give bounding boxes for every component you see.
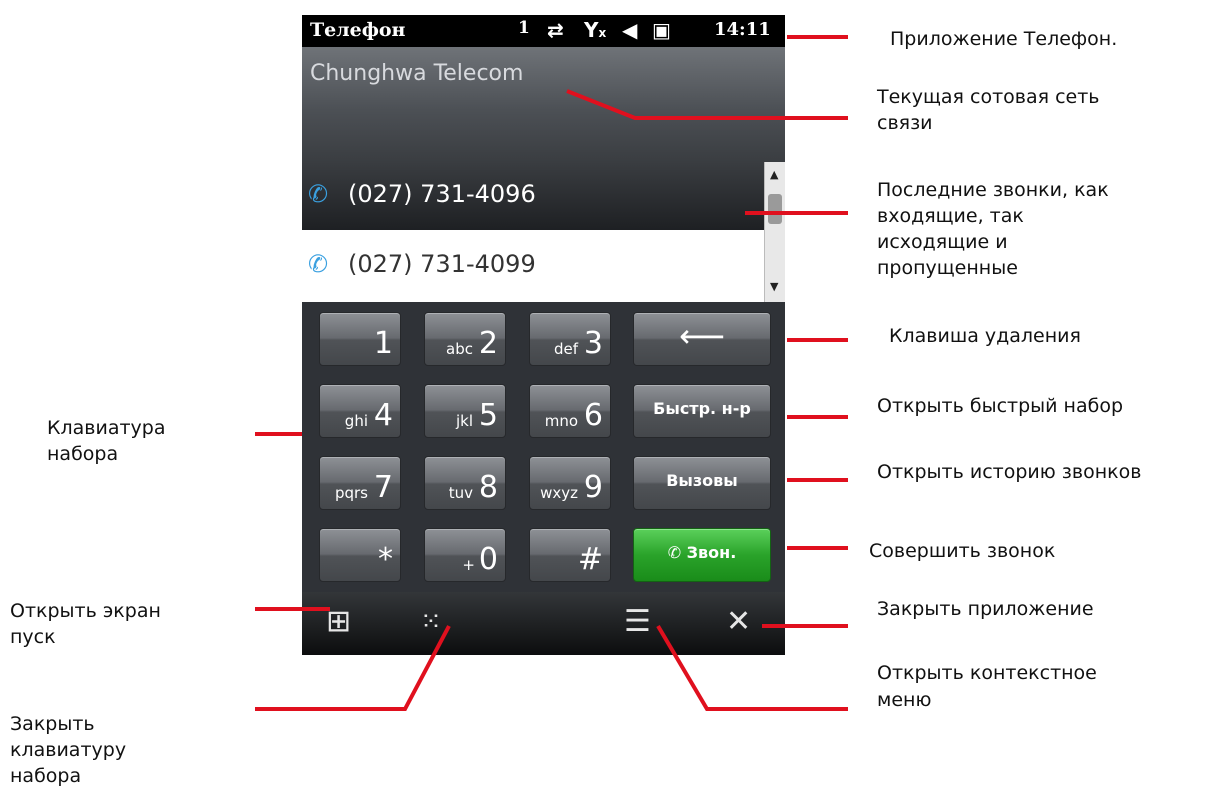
annotation-hide-2: клавиатуру <box>10 739 127 761</box>
dial-button[interactable]: ✆ Звон. <box>633 528 771 582</box>
annotation-hide-3: набора <box>10 765 82 787</box>
dial-keypad: 1 abc 2 def 3 ⟵ ghi 4 jkl 5 mno 6 Быстр.… <box>302 302 785 592</box>
annotation-start-1: Открыть экран <box>10 600 161 622</box>
no-signal-icon: Yx <box>584 18 607 42</box>
key-5[interactable]: jkl 5 <box>424 384 506 438</box>
call-history-label: Вызовы <box>666 471 738 490</box>
annotation-recent-1: Последние звонки, как <box>877 179 1109 201</box>
backspace-icon: ⟵ <box>679 317 725 355</box>
key-7[interactable]: pqrs 7 <box>319 456 401 510</box>
key-digit: # <box>577 542 603 577</box>
backspace-button[interactable]: ⟵ <box>633 312 771 366</box>
incoming-call-icon: ✆ <box>308 250 329 278</box>
hide-keypad-icon[interactable]: ⁙ <box>420 607 442 637</box>
key-digit: 9 <box>583 470 603 505</box>
key-digit: 7 <box>373 470 393 505</box>
recent-call-item[interactable]: ✆ (027) 731-4096 <box>302 162 764 230</box>
status-bar: Телефон 1 ⇄ Yx ◀ ▣ 14:11 <box>302 15 785 47</box>
speed-dial-button[interactable]: Быстр. н-р <box>633 384 771 438</box>
key-letters: pqrs <box>334 484 368 502</box>
carrier-panel: Chunghwa Telecom <box>302 47 785 162</box>
key-4[interactable]: ghi 4 <box>319 384 401 438</box>
annotation-close-app: Закрыть приложение <box>877 598 1094 620</box>
call-history-button[interactable]: Вызовы <box>633 456 771 510</box>
annotation-keypad-2: набора <box>47 443 119 465</box>
close-icon[interactable]: ✕ <box>726 604 751 639</box>
key-digit: 1 <box>373 326 393 361</box>
key-digit: 4 <box>373 398 393 433</box>
annotation-hide-1: Закрыть <box>10 713 95 735</box>
carrier-name: Chunghwa Telecom <box>310 61 524 86</box>
clock: 14:11 <box>714 19 771 40</box>
key-digit: 3 <box>583 326 603 361</box>
speed-dial-label: Быстр. н-р <box>653 399 751 418</box>
key-letters: jkl <box>455 412 473 430</box>
data-transfer-icon: ⇄ <box>547 18 564 42</box>
annotation-keypad-1: Клавиатура <box>47 417 166 439</box>
signal-level: 1 <box>518 18 530 38</box>
key-3[interactable]: def 3 <box>529 312 611 366</box>
key-letters: abc <box>446 340 473 358</box>
annotation-network-2: связи <box>877 112 933 134</box>
menu-icon[interactable]: ☰ <box>624 604 651 639</box>
annotation-app: Приложение Телефон. <box>890 28 1118 50</box>
annotation-recent-4: пропущенные <box>877 257 1018 279</box>
call-number: (027) 731-4099 <box>348 250 536 278</box>
scrollbar[interactable]: ▲ ▼ <box>764 162 785 302</box>
annotation-delete: Клавиша удаления <box>889 325 1081 347</box>
dial-label: ✆ Звон. <box>634 543 770 562</box>
key-digit: 5 <box>478 398 498 433</box>
phone-icon: ✆ <box>667 543 687 562</box>
windows-logo-icon[interactable]: ⊞ <box>326 604 351 639</box>
key-6[interactable]: mno 6 <box>529 384 611 438</box>
key-letters: tuv <box>448 484 473 502</box>
key-digit: 8 <box>478 470 498 505</box>
call-number: (027) 731-4096 <box>348 180 536 208</box>
battery-charging-icon: ▣ <box>652 18 671 42</box>
recent-calls-list[interactable]: ✆ (027) 731-4096 ✆ (027) 731-4099 ▲ ▼ <box>302 162 785 302</box>
key-letters: ghi <box>344 412 368 430</box>
app-title: Телефон <box>310 19 406 41</box>
key-0[interactable]: + 0 <box>424 528 506 582</box>
annotation-speed-dial: Открыть быстрый набор <box>877 395 1124 417</box>
annotation-history: Открыть историю звонков <box>877 461 1142 483</box>
recent-call-item[interactable]: ✆ (027) 731-4099 <box>302 232 764 300</box>
key-hash[interactable]: # <box>529 528 611 582</box>
key-digit: * <box>378 542 393 577</box>
annotation-start-2: пуск <box>10 626 56 648</box>
annotation-recent-3: исходящие и <box>877 231 1008 253</box>
scroll-up-icon[interactable]: ▲ <box>770 168 778 181</box>
key-letters: wxyz <box>540 484 578 502</box>
annotation-context-2: меню <box>877 689 932 711</box>
outgoing-call-icon: ✆ <box>308 180 329 208</box>
key-2[interactable]: abc 2 <box>424 312 506 366</box>
key-letters: mno <box>544 412 578 430</box>
annotation-network-1: Текущая сотовая сеть <box>877 86 1100 108</box>
key-digit: 6 <box>583 398 603 433</box>
annotation-make-call: Совершить звонок <box>869 540 1056 562</box>
annotation-context-1: Открыть контекстное <box>877 662 1097 684</box>
key-digit: 2 <box>478 326 498 361</box>
key-letters: + <box>462 556 475 574</box>
phone-screen: Телефон 1 ⇄ Yx ◀ ▣ 14:11 Chunghwa Teleco… <box>302 15 785 655</box>
key-9[interactable]: wxyz 9 <box>529 456 611 510</box>
key-1[interactable]: 1 <box>319 312 401 366</box>
bottom-bar: ⊞ ⁙ ☰ ✕ <box>302 592 785 655</box>
scroll-down-icon[interactable]: ▼ <box>770 280 778 293</box>
key-digit: 0 <box>478 542 498 577</box>
speaker-muted-icon: ◀ <box>622 18 638 42</box>
annotation-recent-2: входящие, так <box>877 205 1024 227</box>
key-letters: def <box>553 340 578 358</box>
dial-text: Звон. <box>686 543 737 562</box>
scroll-thumb[interactable] <box>768 194 782 224</box>
key-8[interactable]: tuv 8 <box>424 456 506 510</box>
key-star[interactable]: * <box>319 528 401 582</box>
